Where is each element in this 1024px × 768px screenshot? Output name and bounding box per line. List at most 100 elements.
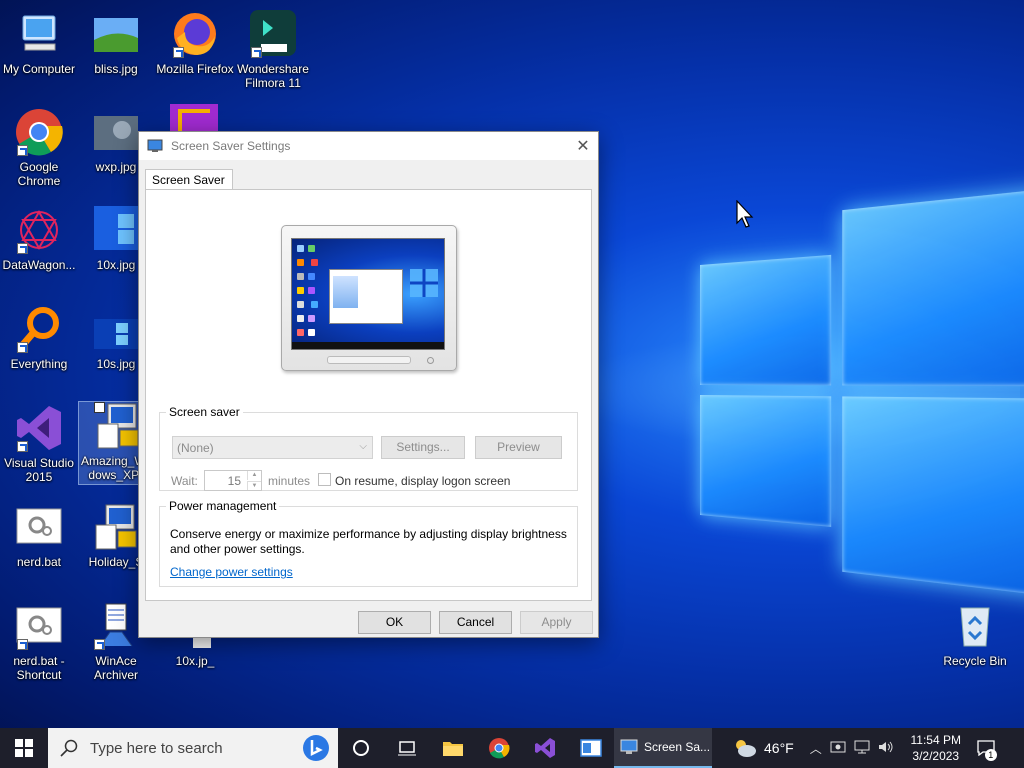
image-file-icon [92, 305, 140, 353]
folder-icon [443, 742, 463, 756]
stepper-down-icon[interactable]: ▼ [247, 481, 261, 490]
installer-icon [94, 402, 142, 450]
wallpaper-windows-logo [700, 187, 1024, 597]
screen-saver-settings-dialog: Screen Saver Settings ✕ Screen Saver Scr… [138, 131, 599, 638]
desktop-icon-chrome[interactable]: Google Chrome [0, 108, 78, 188]
minutes-label: minutes [268, 474, 311, 488]
installer-icon [92, 503, 140, 551]
wait-label: Wait: [171, 474, 198, 488]
security-icon[interactable] [830, 740, 846, 757]
chrome-icon [489, 738, 510, 759]
apply-button[interactable]: Apply [520, 611, 593, 634]
resume-logon-label: On resume, display logon screen [335, 474, 511, 488]
weather-widget[interactable]: 46°F [732, 738, 794, 758]
close-icon: ✕ [576, 138, 590, 155]
filmora-icon [249, 10, 297, 58]
taskbar-file-explorer[interactable] [430, 728, 476, 768]
desktop-icon-visual-studio[interactable]: Visual Studio 2015 [0, 404, 78, 484]
taskbar-screen-saver-window[interactable]: Screen Sa... [614, 728, 712, 768]
preview-monitor [281, 225, 457, 371]
taskbar-active-label: Screen Sa... [644, 740, 711, 754]
taskbar-chrome[interactable] [476, 728, 522, 768]
task-view-button[interactable] [384, 728, 430, 768]
monitor-icon [620, 739, 638, 754]
gear-file-icon [15, 503, 63, 551]
desktop-icon-label: My Computer [2, 62, 76, 76]
computer-icon [15, 10, 63, 58]
desktop-icon-label: Wondershare Filmora 11 [237, 62, 309, 90]
ok-button[interactable]: OK [358, 611, 431, 634]
recycle-bin-icon [951, 602, 999, 650]
desktop-icon-datawagon[interactable]: DataWagon... [0, 206, 78, 272]
notification-center-button[interactable]: 1 [966, 728, 1006, 768]
gear-file-icon [15, 602, 63, 650]
clock-date: 3/2/2023 [912, 749, 960, 763]
desktop-icon-label: WinAce Archiver [93, 654, 138, 682]
preview-button[interactable]: Preview [475, 436, 562, 459]
desktop-icon-partial [170, 104, 218, 131]
desktop-icon-label: DataWagon... [2, 258, 76, 272]
cancel-button[interactable]: Cancel [439, 611, 512, 634]
dialog-title: Screen Saver Settings [171, 139, 291, 153]
desktop-icon-bliss[interactable]: bliss.jpg [77, 10, 155, 76]
desktop-icon-nerd-bat-shortcut[interactable]: nerd.bat - Shortcut [0, 602, 78, 682]
desktop-icon-firefox[interactable]: Mozilla Firefox [156, 10, 234, 76]
volume-icon[interactable] [878, 740, 894, 757]
desktop-icon-everything[interactable]: Everything [0, 305, 78, 371]
desktop-icon-label: Google Chrome [17, 160, 61, 188]
visual-studio-icon [15, 404, 63, 452]
power-management-group: Power management Conserve energy or maxi… [159, 499, 578, 587]
weather-temp: 46°F [764, 740, 794, 756]
tab-screen-saver[interactable]: Screen Saver [145, 169, 233, 191]
monitor-icon [147, 139, 163, 153]
cloudy-moon-icon [736, 740, 756, 757]
screen-saver-group: Screen saver (None) ⌵ Settings... Previe… [159, 405, 578, 491]
tab-strip: Screen Saver [145, 169, 233, 191]
notification-count: 1 [984, 749, 997, 761]
visual-studio-icon [535, 738, 555, 758]
desktop-icon-label: Recycle Bin [943, 654, 1007, 668]
system-tray: ︿ [806, 740, 898, 757]
start-button[interactable] [0, 728, 48, 768]
change-power-settings-link[interactable]: Change power settings [170, 565, 293, 579]
clock-time: 11:54 PM [910, 733, 961, 747]
desktop-icon-filmora[interactable]: Wondershare Filmora 11 [234, 10, 312, 90]
window-app-icon [580, 739, 602, 757]
taskbar-search-box[interactable]: Type here to search [48, 728, 338, 768]
windows-icon [15, 739, 33, 757]
wait-value: 15 [227, 474, 241, 488]
search-placeholder: Type here to search [90, 739, 223, 757]
chrome-icon [15, 108, 63, 156]
clock[interactable]: 11:54 PM 3/2/2023 [906, 732, 966, 764]
search-icon [60, 739, 78, 757]
stepper-up-icon[interactable]: ▲ [247, 471, 261, 480]
wait-minutes-stepper[interactable]: 15 ▲ ▼ [204, 470, 262, 491]
screen-saver-select[interactable]: (None) ⌵ [172, 436, 373, 459]
firefox-icon [171, 10, 219, 58]
desktop-icon-label: bliss.jpg [94, 62, 138, 76]
desktop-icon-label: Everything [10, 357, 68, 371]
image-file-icon [92, 108, 140, 156]
desktop-icon-nerd-bat[interactable]: nerd.bat [0, 503, 78, 569]
desktop-icon-my-computer[interactable]: My Computer [0, 10, 78, 76]
title-bar[interactable]: Screen Saver Settings ✕ [139, 132, 598, 160]
desktop-icon-label: 10x.jp_ [175, 654, 215, 668]
taskbar-visual-studio[interactable] [522, 728, 568, 768]
image-file-icon [92, 206, 140, 254]
desktop-icon-label: Visual Studio 2015 [4, 456, 74, 484]
datawagon-icon [15, 206, 63, 254]
task-view-cortana-button[interactable] [338, 728, 384, 768]
taskbar: Type here to search Screen Sa... 46°F ︿ [0, 728, 1024, 768]
taskbar-app-window[interactable] [568, 728, 614, 768]
power-management-legend: Power management [169, 499, 277, 513]
screen-saver-selected: (None) [177, 441, 214, 455]
resume-logon-checkbox[interactable] [318, 473, 331, 486]
bing-icon [303, 735, 329, 761]
close-button[interactable]: ✕ [568, 132, 598, 160]
desktop-icon-recycle-bin[interactable]: Recycle Bin [936, 602, 1014, 668]
settings-button[interactable]: Settings... [381, 436, 465, 459]
power-description: Conserve energy or maximize performance … [170, 527, 567, 556]
network-icon[interactable] [854, 740, 870, 757]
chevron-up-icon[interactable]: ︿ [810, 740, 822, 757]
cortana-icon [353, 740, 369, 756]
